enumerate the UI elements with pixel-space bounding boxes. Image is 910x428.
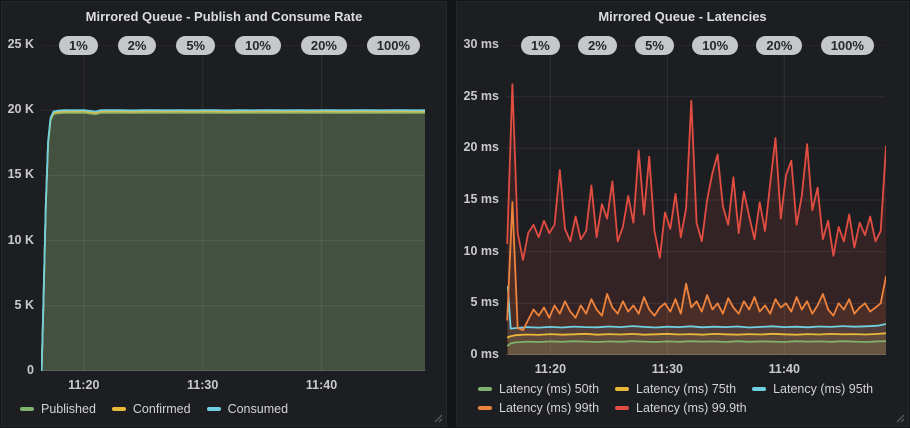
legend-item-latency-99th[interactable]: Latency (ms) 99th: [478, 401, 599, 415]
panel-resize-handle[interactable]: [433, 413, 443, 423]
legend-item-consumed[interactable]: Consumed: [207, 402, 288, 416]
latency-95th-series-marker: [752, 387, 766, 391]
percentile-badges: 1% 2% 5% 10% 20% 100%: [59, 36, 420, 55]
x-axis-tick-label: 11:30: [173, 378, 233, 392]
legend-label: Published: [41, 402, 96, 416]
legend-label: Latency (ms) 95th: [773, 382, 873, 396]
y-axis-tick-label: 30 ms: [457, 37, 499, 51]
y-axis-tick-label: 0: [2, 363, 34, 377]
confirmed-series-marker: [112, 407, 126, 411]
x-axis-tick-label: 11:40: [292, 378, 352, 392]
legend-label: Latency (ms) 75th: [636, 382, 736, 396]
y-axis-tick-label: 10 ms: [457, 244, 499, 258]
legend-label: Latency (ms) 99.9th: [636, 401, 746, 415]
badge-10-percent[interactable]: 10%: [692, 36, 738, 55]
legend-label: Latency (ms) 50th: [499, 382, 599, 396]
y-axis-tick-label: 5 ms: [457, 295, 499, 309]
badge-2-percent[interactable]: 2%: [118, 36, 157, 55]
latency-50th-series-marker: [478, 387, 492, 391]
x-axis-tick-label: 11:20: [54, 378, 114, 392]
panel-title[interactable]: Mirrored Queue - Latencies: [457, 9, 908, 24]
legend-item-latency-75th[interactable]: Latency (ms) 75th: [615, 382, 736, 396]
legend-label: Confirmed: [133, 402, 191, 416]
badge-1-percent[interactable]: 1%: [521, 36, 560, 55]
percentile-badges: 1% 2% 5% 10% 20% 100%: [521, 36, 874, 55]
rate-chart-plot-area[interactable]: [41, 45, 425, 371]
consumed-series-marker: [207, 407, 221, 411]
y-axis-tick-label: 15 ms: [457, 192, 499, 206]
panel-publish-consume-rate: Mirrored Queue - Publish and Consume Rat…: [1, 1, 447, 427]
y-axis-tick-label: 15 K: [2, 167, 34, 181]
legend-item-latency-50th[interactable]: Latency (ms) 50th: [478, 382, 599, 396]
latency-chart-plot-area[interactable]: [506, 45, 886, 355]
badge-10-percent[interactable]: 10%: [235, 36, 281, 55]
legend-item-latency-99-9th[interactable]: Latency (ms) 99.9th: [615, 401, 746, 415]
badge-5-percent[interactable]: 5%: [635, 36, 674, 55]
latency-99-9th-series-marker: [615, 406, 629, 410]
badge-2-percent[interactable]: 2%: [578, 36, 617, 55]
latency-75th-series-marker: [615, 387, 629, 391]
published-series-marker: [20, 407, 34, 411]
badge-100-percent[interactable]: 100%: [367, 36, 420, 55]
y-axis-tick-label: 0 ms: [457, 347, 499, 361]
x-axis-tick-label: 11:20: [520, 362, 580, 376]
latency-99th-series-marker: [478, 406, 492, 410]
x-axis-tick-label: 11:40: [754, 362, 814, 376]
legend-label: Latency (ms) 99th: [499, 401, 599, 415]
badge-20-percent[interactable]: 20%: [301, 36, 347, 55]
legend-item-confirmed[interactable]: Confirmed: [112, 402, 191, 416]
legend: Latency (ms) 50th Latency (ms) 75th Late…: [478, 382, 889, 415]
legend-item-published[interactable]: Published: [20, 402, 96, 416]
y-axis-tick-label: 25 K: [2, 37, 34, 51]
y-axis-tick-label: 10 K: [2, 233, 34, 247]
panel-title[interactable]: Mirrored Queue - Publish and Consume Rat…: [2, 9, 446, 24]
badge-5-percent[interactable]: 5%: [176, 36, 215, 55]
legend-item-latency-95th[interactable]: Latency (ms) 95th: [752, 382, 873, 396]
panel-resize-handle[interactable]: [895, 413, 905, 423]
y-axis-tick-label: 20 ms: [457, 140, 499, 154]
y-axis-tick-label: 20 K: [2, 102, 34, 116]
rate-chart-canvas[interactable]: [41, 45, 425, 371]
legend: Published Confirmed Consumed: [20, 402, 304, 416]
panel-latencies: Mirrored Queue - Latencies 1% 2% 5% 10% …: [456, 1, 909, 427]
y-axis-tick-label: 25 ms: [457, 89, 499, 103]
badge-100-percent[interactable]: 100%: [821, 36, 874, 55]
y-axis-tick-label: 5 K: [2, 298, 34, 312]
badge-20-percent[interactable]: 20%: [756, 36, 802, 55]
legend-label: Consumed: [228, 402, 288, 416]
badge-1-percent[interactable]: 1%: [59, 36, 98, 55]
x-axis-tick-label: 11:30: [637, 362, 697, 376]
latency-chart-canvas[interactable]: [506, 45, 886, 355]
